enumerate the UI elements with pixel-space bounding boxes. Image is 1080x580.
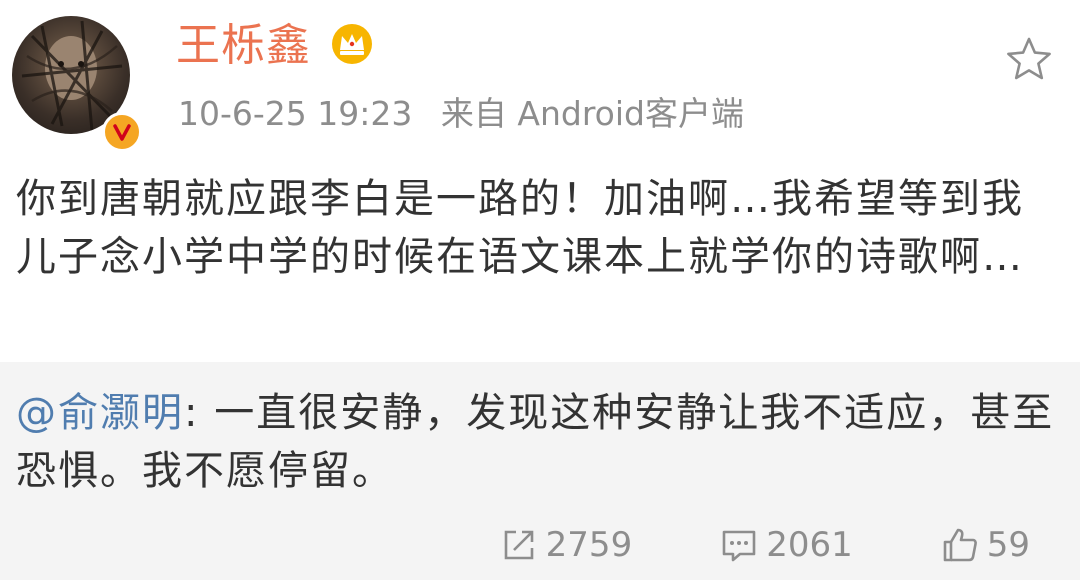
repost-action-bar: 2759 2061 59 [412,520,1030,570]
post-text: 你到唐朝就应跟李白是一路的！加油啊…我希望等到我儿子念小学中学的时候在语文课本上… [16,176,1024,280]
thumbs-up-icon [943,528,977,562]
post-meta: 10-6-25 19:23 来自 Android客户端 [178,90,744,138]
share-icon [504,530,533,560]
weibo-post-card: 王栎鑫 10-6-25 19:23 来自 Android客户端 你到唐朝就应跟李… [0,0,1080,580]
verified-v-icon [113,124,131,141]
post-time: 10-6-25 19:23 [178,94,413,133]
crown-icon[interactable] [330,22,374,66]
comment-button[interactable]: 2061 [720,525,853,565]
share-button[interactable]: 2759 [500,525,633,565]
repost-text-container: @俞灏明: 一直很安静，发现这种安静让我不适应，甚至恐惧。我不愿停留。 [16,384,1056,500]
comment-count: 2061 [766,525,853,565]
comment-icon [722,530,756,562]
repost-panel[interactable]: @俞灏明: 一直很安静，发现这种安静让我不适应，甚至恐惧。我不愿停留。 2759… [0,362,1080,580]
like-count: 59 [986,525,1030,565]
username[interactable]: 王栎鑫 [176,18,311,74]
star-icon[interactable] [1004,34,1054,84]
mention-link[interactable]: @俞灏明 [16,390,184,436]
like-button[interactable]: 59 [941,525,1030,565]
post-source[interactable]: 来自 Android客户端 [441,94,744,133]
share-count: 2759 [545,525,633,565]
verified-v-badge [102,112,142,152]
avatar-container[interactable] [12,16,142,152]
